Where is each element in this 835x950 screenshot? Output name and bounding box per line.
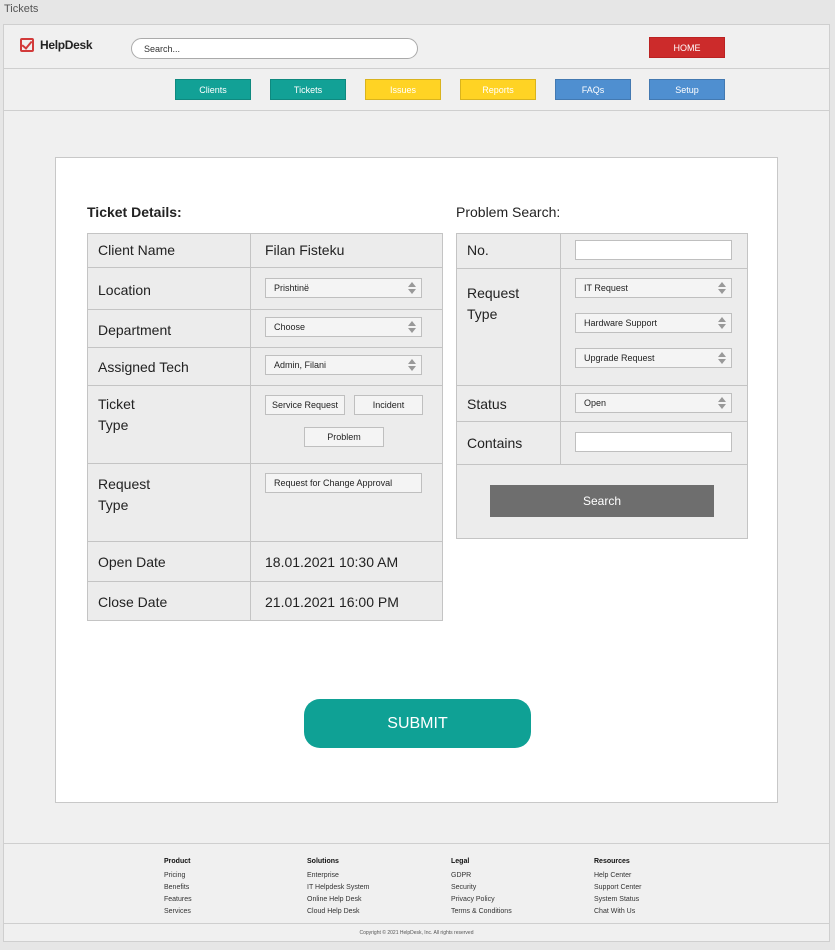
- client-name-value: Filan Fisteku: [250, 233, 443, 268]
- assigned-tech-select-value: Admin, Filani: [274, 360, 327, 370]
- ps-request-type-value-1: IT Request: [584, 283, 628, 293]
- select-arrows-icon: [718, 316, 726, 330]
- footer-link[interactable]: Enterprise: [307, 870, 370, 882]
- ticket-type-service-request[interactable]: Service Request: [265, 395, 345, 415]
- footer-link[interactable]: Help Center: [594, 870, 641, 882]
- footer-column-legal: Legal GDPR Security Privacy Policy Terms…: [451, 856, 512, 918]
- select-arrows-icon: [718, 281, 726, 295]
- footer-column-product: Product Pricing Benefits Features Servic…: [164, 856, 192, 918]
- search-button-area: Search: [457, 463, 747, 539]
- ticket-type-label-line-2: Type: [98, 417, 129, 433]
- request-type-field[interactable]: Request for Change Approval: [265, 473, 422, 493]
- open-date-value: 18.01.2021 10:30 AM: [250, 541, 443, 582]
- problem-search-panel: No. Request Type IT Request Hardware Sup…: [456, 233, 748, 539]
- select-arrows-icon: [408, 358, 416, 372]
- ticket-details-title: Ticket Details:: [87, 204, 182, 220]
- footer-link[interactable]: Support Center: [594, 882, 641, 894]
- close-date-label: Close Date: [87, 581, 251, 621]
- footer-link[interactable]: Benefits: [164, 882, 192, 894]
- ps-request-type-select-3[interactable]: Upgrade Request: [575, 348, 732, 368]
- department-label: Department: [87, 309, 251, 348]
- location-select-value: Prishtinë: [274, 283, 310, 293]
- ps-request-type-select-2[interactable]: Hardware Support: [575, 313, 732, 333]
- footer-link[interactable]: IT Helpdesk System: [307, 882, 370, 894]
- footer-link[interactable]: System Status: [594, 894, 641, 906]
- footer-link[interactable]: Pricing: [164, 870, 192, 882]
- ps-request-type-value-2: Hardware Support: [584, 318, 658, 328]
- select-arrows-icon: [408, 281, 416, 295]
- ps-request-type-label-line-2: Type: [467, 306, 498, 322]
- problem-number-input[interactable]: [575, 240, 732, 260]
- footer-link[interactable]: Chat With Us: [594, 906, 641, 918]
- ps-request-type-value-3: Upgrade Request: [584, 353, 655, 363]
- footer-link[interactable]: GDPR: [451, 870, 512, 882]
- assigned-tech-select[interactable]: Admin, Filani: [265, 355, 422, 375]
- status-select[interactable]: Open: [575, 393, 732, 413]
- select-arrows-icon: [718, 396, 726, 410]
- footer-heading: Product: [164, 858, 191, 865]
- footer-link[interactable]: Online Help Desk: [307, 894, 370, 906]
- footer-link[interactable]: Terms & Conditions: [451, 906, 512, 918]
- logo-text: HelpDesk: [40, 38, 93, 52]
- ticket-type-problem[interactable]: Problem: [304, 427, 384, 447]
- status-select-value: Open: [584, 398, 607, 408]
- footer-column-solutions: Solutions Enterprise IT Helpdesk System …: [307, 856, 370, 918]
- footer-link[interactable]: Privacy Policy: [451, 894, 512, 906]
- copyright: Copyright © 2021 HelpDesk, Inc. All righ…: [4, 923, 829, 943]
- no-label: No.: [456, 233, 561, 269]
- nav-setup[interactable]: Setup: [649, 79, 725, 100]
- location-select[interactable]: Prishtinë: [265, 278, 422, 298]
- department-select[interactable]: Choose: [265, 317, 422, 337]
- ps-request-type-label: Request Type: [456, 268, 561, 386]
- nav-faqs[interactable]: FAQs: [555, 79, 631, 100]
- ticket-details-table: Client Name Filan Fisteku Location Prish…: [87, 233, 443, 621]
- ticket-type-label: Ticket Type: [87, 385, 251, 464]
- ticket-type-label-line-1: Ticket: [98, 396, 135, 412]
- nav-bar: Clients Tickets Issues Reports FAQs Setu…: [4, 70, 829, 111]
- problem-search-title: Problem Search:: [456, 204, 561, 220]
- search-button[interactable]: Search: [490, 485, 714, 517]
- request-type-value: Request for Change Approval: [274, 478, 393, 488]
- footer-column-resources: Resources Help Center Support Center Sys…: [594, 856, 641, 918]
- footer-link[interactable]: Features: [164, 894, 192, 906]
- request-type-label: Request Type: [87, 463, 251, 542]
- assigned-tech-label: Assigned Tech: [87, 347, 251, 386]
- ps-request-type-select-1[interactable]: IT Request: [575, 278, 732, 298]
- footer-link[interactable]: Services: [164, 906, 192, 918]
- ps-request-type-label-line-1: Request: [467, 285, 520, 301]
- nav-issues[interactable]: Issues: [365, 79, 441, 100]
- nav-reports[interactable]: Reports: [460, 79, 536, 100]
- footer-heading: Resources: [594, 858, 630, 865]
- app-frame: HelpDesk Search... HOME Clients Tickets …: [3, 24, 830, 942]
- search-input[interactable]: Search...: [131, 38, 418, 59]
- home-button[interactable]: HOME: [649, 37, 725, 58]
- select-arrows-icon: [408, 320, 416, 334]
- problem-search-table: No. Request Type IT Request Hardware Sup…: [456, 233, 748, 465]
- select-arrows-icon: [718, 351, 726, 365]
- location-label: Location: [87, 267, 251, 310]
- logo[interactable]: HelpDesk: [20, 38, 93, 52]
- ticket-form-card: Ticket Details: Client Name Filan Fistek…: [55, 157, 778, 803]
- window-title: Tickets: [4, 3, 39, 15]
- footer-link[interactable]: Cloud Help Desk: [307, 906, 370, 918]
- status-label: Status: [456, 385, 561, 422]
- ticket-type-incident[interactable]: Incident: [354, 395, 423, 415]
- nav-tickets[interactable]: Tickets: [270, 79, 346, 100]
- footer-heading: Legal: [451, 858, 470, 865]
- contains-input[interactable]: [575, 432, 732, 452]
- footer-heading: Solutions: [307, 858, 339, 865]
- client-name-label: Client Name: [87, 233, 251, 268]
- contains-label: Contains: [456, 421, 561, 465]
- submit-button[interactable]: SUBMIT: [304, 699, 531, 748]
- department-select-value: Choose: [274, 322, 306, 332]
- nav-clients[interactable]: Clients: [175, 79, 251, 100]
- request-type-label-line-1: Request: [98, 476, 151, 492]
- request-type-label-line-2: Type: [98, 497, 129, 513]
- footer-link[interactable]: Security: [451, 882, 512, 894]
- top-bar: HelpDesk Search... HOME: [4, 25, 829, 69]
- close-date-value: 21.01.2021 16:00 PM: [250, 581, 443, 621]
- checkbox-logo-icon: [20, 38, 34, 52]
- open-date-label: Open Date: [87, 541, 251, 582]
